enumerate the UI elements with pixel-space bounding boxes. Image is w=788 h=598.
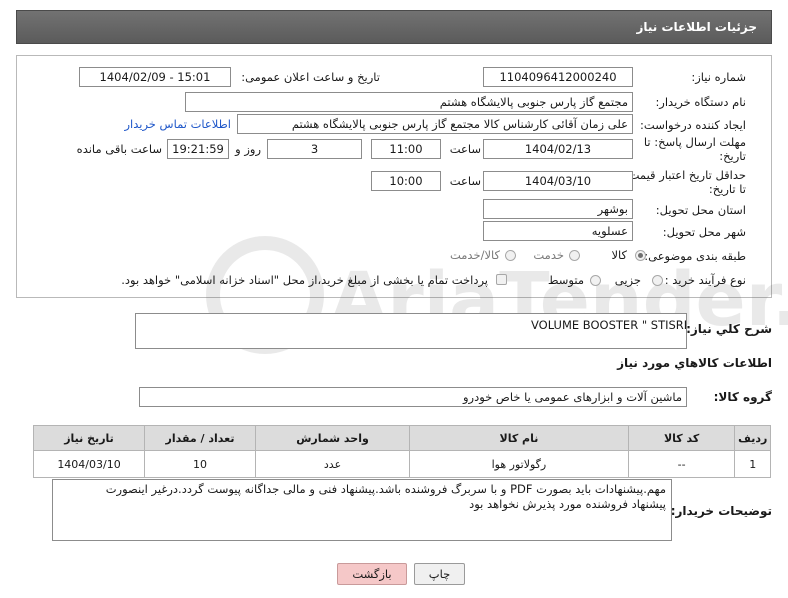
reply-time-label: ساعت — [449, 142, 481, 156]
creator-field: علی زمان آقائی کارشناس کالا مجتمع گاز پا… — [237, 114, 633, 134]
cell-item-name: رگولاتور هوا — [409, 450, 629, 478]
category-goods-radio[interactable] — [635, 250, 646, 261]
days-remaining-field: 3 — [267, 139, 362, 159]
city-label: شهر محل تحویل: — [662, 225, 746, 239]
process-partial-label: جزیی — [614, 273, 641, 287]
remaining-time-label: ساعت باقی مانده — [76, 142, 162, 156]
col-item-name: نام کالا — [409, 425, 629, 451]
price-time-field: 10:00 — [371, 171, 441, 191]
category-goods-label: کالا — [611, 248, 627, 262]
cell-need-date: 1404/03/10 — [32, 450, 146, 478]
process-type-label: نوع فرآیند خرید : — [664, 273, 746, 287]
category-both-radio[interactable] — [505, 250, 516, 261]
cell-unit: عدد — [254, 450, 411, 478]
buyer-notes-field: مهم.پیشنهادات باید بصورت PDF و با سربرگ … — [52, 479, 672, 541]
process-medium-label: متوسط — [547, 273, 584, 287]
cell-quantity: 10 — [144, 450, 256, 478]
need-number-label: شماره نیاز: — [691, 70, 746, 84]
goods-group-field: ماشین آلات و ابزارهای عمومی یا خاص خودرو — [139, 387, 687, 407]
col-row-number: رديف — [734, 425, 771, 451]
process-partial-radio[interactable] — [652, 275, 663, 286]
table-row[interactable]: 1 -- رگولاتور هوا عدد 10 1404/03/10 — [32, 450, 771, 478]
cell-row-number: 1 — [734, 450, 771, 478]
print-button[interactable]: چاپ — [414, 563, 465, 585]
col-unit: واحد شمارش — [254, 425, 411, 451]
items-section-title: اطلاعات کالاهاي مورد نياز — [617, 356, 772, 370]
col-item-code: کد کالا — [627, 425, 736, 451]
items-table: رديف کد کالا نام کالا واحد شمارش تعداد /… — [32, 425, 771, 478]
reply-deadline-label: مهلت ارسال پاسخ: تا تاریخ: — [643, 135, 746, 163]
reply-time-field: 11:00 — [371, 139, 441, 159]
col-need-date: تاريخ نياز — [32, 425, 146, 451]
need-number-field: 1104096412000240 — [483, 67, 633, 87]
city-field: عسلویه — [483, 221, 633, 241]
page-header: جزئیات اطلاعات نیاز — [16, 10, 772, 44]
treasury-payment-note: پرداخت تمام یا بخشی از مبلغ خرید،از محل … — [121, 273, 488, 287]
province-field: بوشهر — [483, 199, 633, 219]
process-medium-radio[interactable] — [590, 275, 601, 286]
buyer-org-field: مجتمع گاز پارس جنوبی پالایشگاه هشتم — [185, 92, 633, 112]
page-title: جزئیات اطلاعات نیاز — [636, 20, 757, 34]
buyer-notes-line-1: مهم.پیشنهادات باید بصورت PDF و با سربرگ … — [105, 482, 666, 496]
summary-field: VOLUME BOOSTER " STISRL — [135, 313, 687, 349]
goods-group-label: گروه کالا: — [713, 390, 772, 404]
announce-date-label: تاریخ و ساعت اعلان عمومی: — [241, 70, 380, 84]
announce-date-field: 1404/02/09 - 15:01 — [79, 67, 231, 87]
category-both-label: کالا/خدمت — [449, 248, 500, 262]
summary-text: VOLUME BOOSTER " STISRL — [531, 318, 687, 332]
summary-label: شرح کلي نياز: — [686, 322, 772, 336]
table-header-row: رديف کد کالا نام کالا واحد شمارش تعداد /… — [32, 425, 771, 451]
cell-item-code: -- — [627, 450, 736, 478]
buyer-notes-label: توضیحات خریدار: — [670, 504, 772, 518]
buyer-contact-link[interactable]: اطلاعات تماس خریدار — [124, 117, 231, 131]
buyer-notes-line-2: پیشنهاد فروشنده مورد پذیرش نخواهد بود — [469, 497, 666, 511]
price-validity-label: حداقل تاریخ اعتبار قیمت: تا تاریخ: — [624, 168, 746, 196]
col-quantity: تعداد / مقدار — [144, 425, 256, 451]
creator-label: ایجاد کننده درخواست: — [640, 118, 746, 132]
category-label: طبقه بندی موضوعی: — [644, 249, 746, 263]
price-time-label: ساعت — [449, 174, 481, 188]
category-service-label: خدمت — [533, 248, 564, 262]
province-label: استان محل تحویل: — [655, 203, 746, 217]
category-service-radio[interactable] — [569, 250, 580, 261]
treasury-payment-checkbox[interactable] — [496, 274, 507, 285]
buyer-org-label: نام دستگاه خریدار: — [655, 95, 746, 109]
remaining-time-field: 19:21:59 — [167, 139, 229, 159]
back-button[interactable]: بازگشت — [337, 563, 407, 585]
days-label: روز و — [235, 142, 261, 156]
reply-date-field: 1404/02/13 — [483, 139, 633, 159]
price-date-field: 1404/03/10 — [483, 171, 633, 191]
